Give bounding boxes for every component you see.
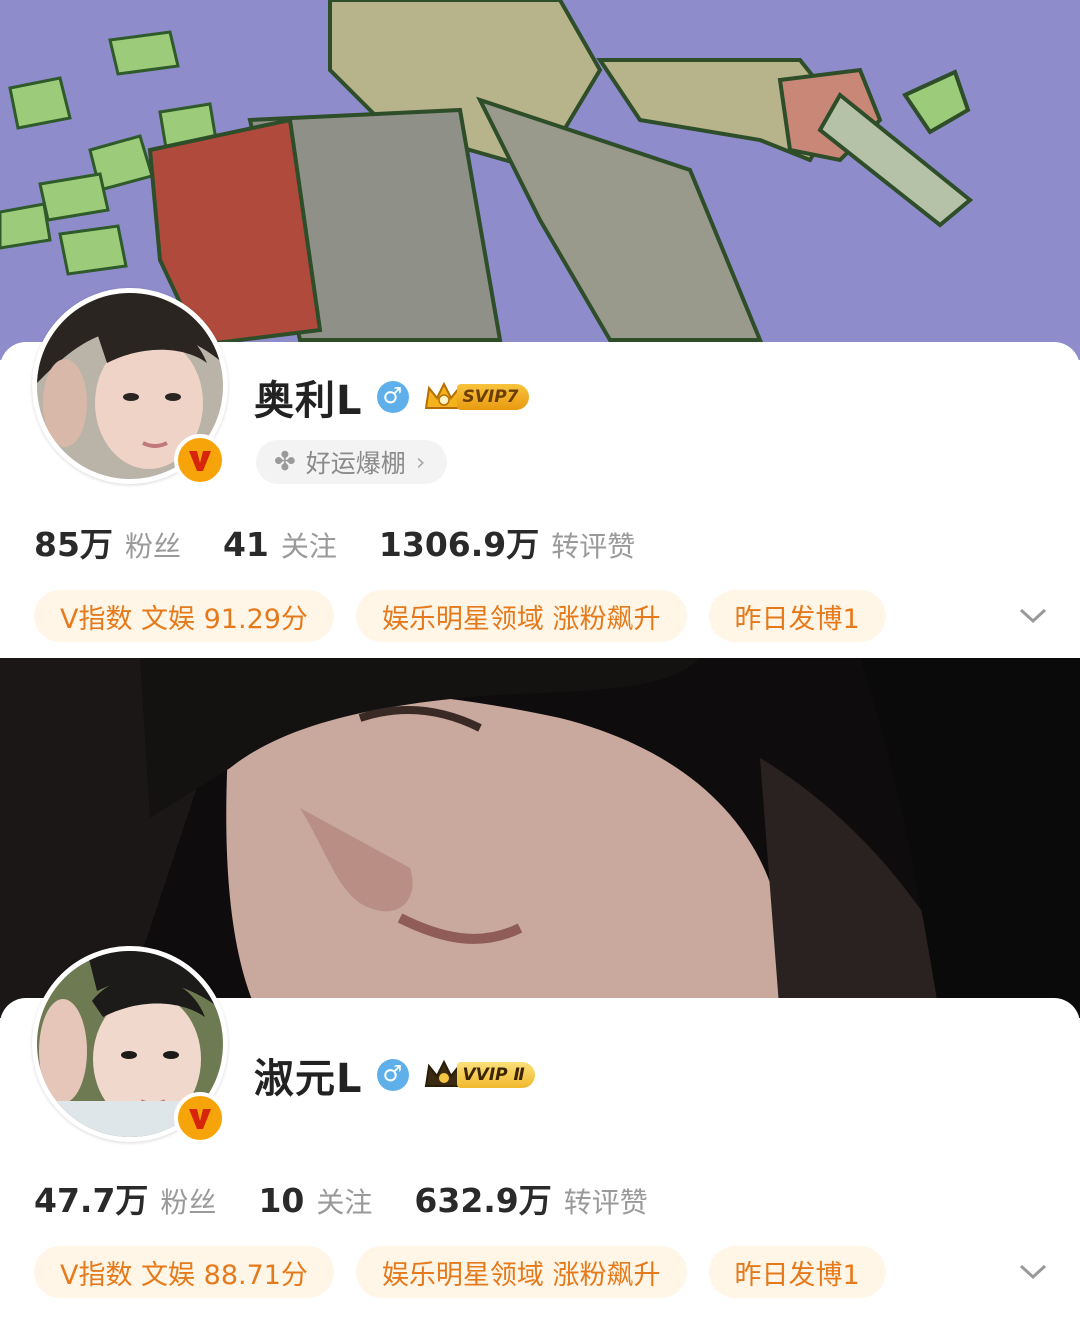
tag-v-index[interactable]: V指数 文娱 91.29分 bbox=[34, 590, 334, 642]
name-row: 奥利L ♂ SVIP7 bbox=[254, 368, 529, 426]
clover-icon: ✤ bbox=[274, 447, 296, 477]
profile-stats: 85万 粉丝 41 关注 1306.9万 转评赞 bbox=[34, 518, 677, 566]
male-icon: ♂ bbox=[376, 381, 409, 413]
fortune-tag-label: 好运爆棚 bbox=[305, 449, 406, 478]
avatar-container[interactable] bbox=[32, 288, 228, 486]
tag-domain-rising[interactable]: 娱乐明星领域 涨粉飙升 bbox=[355, 1246, 687, 1298]
stat-value: 85万 bbox=[34, 525, 113, 564]
stat-value: 41 bbox=[222, 525, 269, 564]
stat-label: 关注 bbox=[316, 1186, 373, 1219]
vip-label: VVIP Ⅱ bbox=[456, 1062, 535, 1088]
stat-value: 10 bbox=[258, 1181, 305, 1220]
vvip-badge[interactable]: VVIP Ⅱ bbox=[423, 1058, 535, 1092]
profile-name: 淑元L bbox=[254, 1056, 363, 1102]
following-stat[interactable]: 41 关注 bbox=[223, 525, 337, 565]
profile-tags: V指数 文娱 88.71分 娱乐明星领域 涨粉飙升 昨日发博1 bbox=[34, 1246, 1062, 1298]
followers-stat[interactable]: 85万 粉丝 bbox=[34, 518, 181, 566]
verified-badge-icon bbox=[174, 434, 226, 486]
tag-posts-yesterday[interactable]: 昨日发博1 bbox=[708, 1246, 886, 1298]
stat-label: 关注 bbox=[280, 530, 337, 563]
tag-v-index[interactable]: V指数 文娱 88.71分 bbox=[34, 1246, 334, 1298]
profile-stats: 47.7万 粉丝 10 关注 632.9万 转评赞 bbox=[34, 1174, 690, 1222]
male-icon: ♂ bbox=[376, 1059, 409, 1091]
stat-value: 632.9万 bbox=[414, 1181, 552, 1220]
followers-stat[interactable]: 47.7万 粉丝 bbox=[34, 1174, 216, 1222]
verified-badge-icon bbox=[174, 1092, 226, 1144]
avatar-container[interactable] bbox=[32, 946, 228, 1144]
fortune-tag[interactable]: ✤ 好运爆棚 › bbox=[256, 440, 448, 484]
name-row: 淑元L ♂ VVIP Ⅱ bbox=[254, 1046, 535, 1104]
vip-label: SVIP7 bbox=[456, 384, 529, 410]
chevron-right-icon: › bbox=[415, 448, 426, 476]
stat-value: 1306.9万 bbox=[378, 525, 540, 564]
following-stat[interactable]: 10 关注 bbox=[258, 1181, 372, 1221]
engagement-stat[interactable]: 1306.9万 转评赞 bbox=[379, 518, 635, 566]
chevron-down-icon[interactable] bbox=[1018, 601, 1048, 631]
engagement-stat[interactable]: 632.9万 转评赞 bbox=[414, 1174, 647, 1222]
stat-label: 粉丝 bbox=[124, 530, 181, 563]
profile-name: 奥利L bbox=[254, 378, 363, 424]
stat-label: 转评赞 bbox=[563, 1186, 648, 1219]
tag-domain-rising[interactable]: 娱乐明星领域 涨粉飙升 bbox=[355, 590, 687, 642]
profile-header-2: 淑元L ♂ VVIP Ⅱ 47.7万 粉丝 10 关注 632.9万 转评赞 V… bbox=[0, 658, 1080, 1318]
svip-badge[interactable]: SVIP7 bbox=[423, 380, 529, 414]
profile-header-1: 奥利L ♂ SVIP7 ✤ 好运爆棚 › 85万 粉丝 41 关注 1306.9… bbox=[0, 0, 1080, 658]
stat-label: 粉丝 bbox=[160, 1186, 217, 1219]
stat-label: 转评赞 bbox=[551, 530, 636, 563]
profile-tags: V指数 文娱 91.29分 娱乐明星领域 涨粉飙升 昨日发博1 bbox=[34, 590, 1062, 642]
stat-value: 47.7万 bbox=[34, 1181, 149, 1220]
tag-posts-yesterday[interactable]: 昨日发博1 bbox=[708, 590, 886, 642]
chevron-down-icon[interactable] bbox=[1018, 1257, 1048, 1287]
